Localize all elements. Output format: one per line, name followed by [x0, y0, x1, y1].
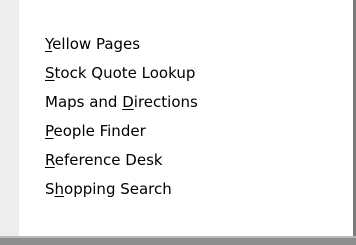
- menu-item-access-key: D: [122, 93, 134, 111]
- menu-item-access-key: S: [45, 64, 55, 82]
- menu-item-text-after: eference Desk: [54, 151, 163, 169]
- menu-item-stock-quote-lookup[interactable]: Stock Quote Lookup: [45, 59, 198, 88]
- menu-item-text-before: Maps and: [45, 93, 123, 111]
- menu-item-access-key: h: [54, 180, 65, 198]
- menu-item-text-after: irections: [133, 93, 198, 111]
- menu-item-text-after: tock Quote Lookup: [54, 64, 196, 82]
- menu-item-reference-desk[interactable]: Reference Desk: [45, 146, 198, 175]
- menu-item-shopping-search[interactable]: Shopping Search: [45, 175, 198, 204]
- menu-item-list: Yellow Pages Stock Quote Lookup Maps and…: [45, 30, 198, 204]
- menu-item-text-before: S: [45, 180, 55, 198]
- menu-icon-gutter: [0, 0, 19, 236]
- menu-bottom-border: [0, 236, 356, 238]
- menu-item-text-after: eople Finder: [53, 122, 146, 140]
- menu-item-yellow-pages[interactable]: Yellow Pages: [45, 30, 198, 59]
- menu-item-people-finder[interactable]: People Finder: [45, 117, 198, 146]
- menu-item-text-after: ellow Pages: [52, 35, 141, 53]
- dropdown-menu: Yellow Pages Stock Quote Lookup Maps and…: [0, 0, 356, 245]
- menu-item-access-key: P: [45, 122, 54, 140]
- menu-item-maps-and-directions[interactable]: Maps and Directions: [45, 88, 198, 117]
- menu-item-text-after: opping Search: [64, 180, 172, 198]
- menu-item-access-key: R: [45, 151, 55, 169]
